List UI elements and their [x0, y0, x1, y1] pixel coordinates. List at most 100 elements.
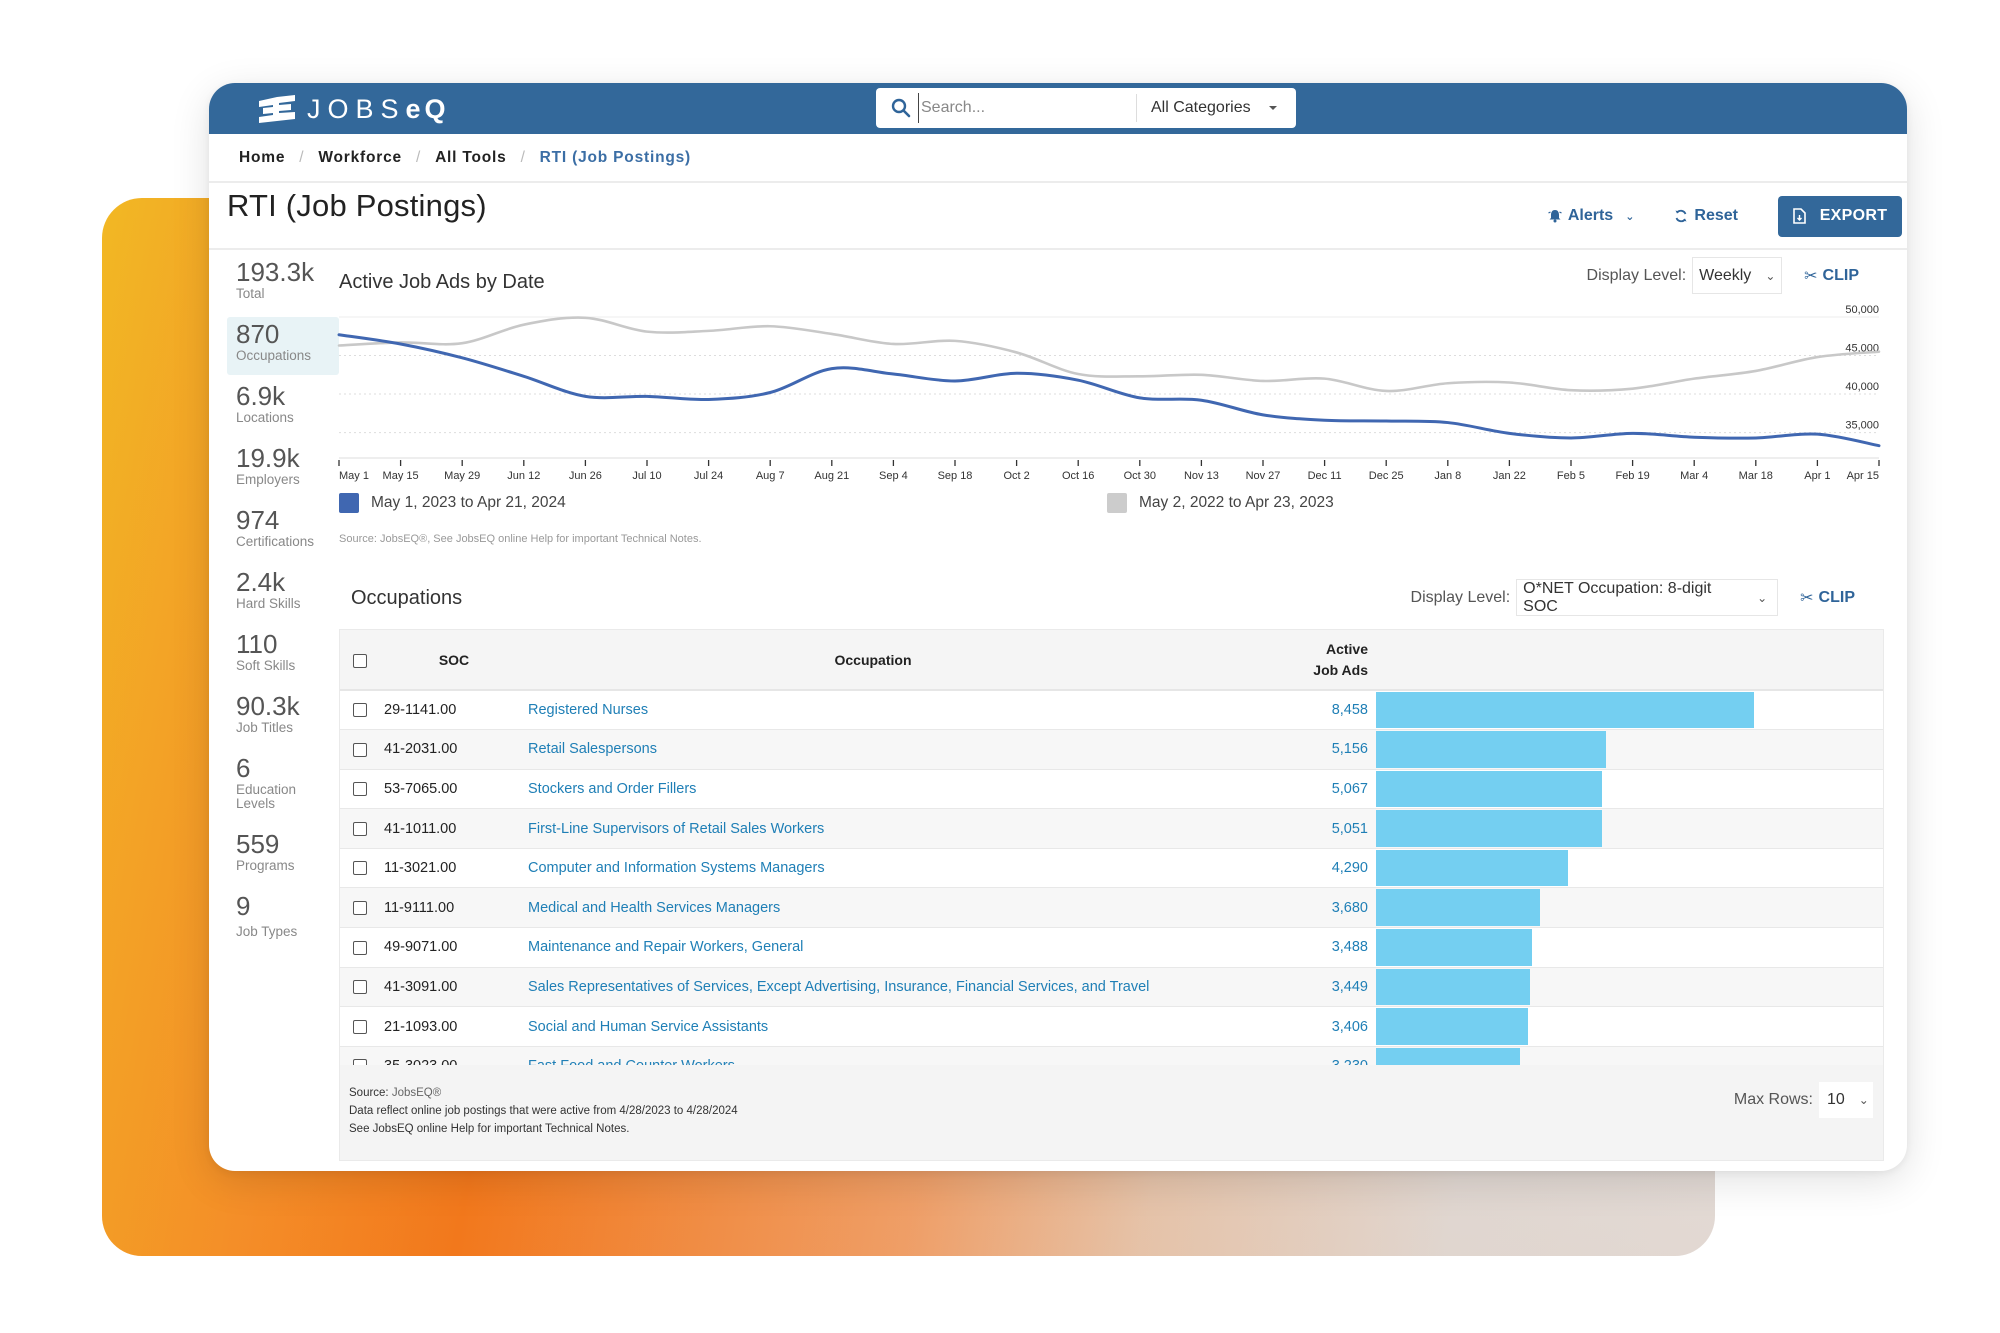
occupations-clip-button[interactable]: ✂ CLIP: [1800, 588, 1855, 608]
row-select-cell: [340, 967, 380, 1008]
stat-label: Hard Skills: [236, 595, 301, 611]
occupation-cell: Medical and Health Services Managers: [528, 887, 1218, 929]
stat-occupations[interactable]: 870 Occupations: [227, 317, 339, 375]
legend-item-prior[interactable]: May 2, 2022 to Apr 23, 2023: [1107, 493, 1334, 513]
chart-display-level-select[interactable]: Weekly ⌄: [1692, 257, 1783, 294]
jobseq-logo-mark-icon: [259, 95, 295, 123]
row-checkbox[interactable]: [353, 703, 367, 718]
divider: [209, 181, 1907, 183]
row-checkbox[interactable]: [353, 861, 367, 876]
active-job-ads-cell: 5,067: [1218, 769, 1376, 810]
occupation-link[interactable]: Computer and Information Systems Manager…: [528, 860, 825, 876]
max-rows-select[interactable]: 10 ⌄: [1819, 1082, 1873, 1118]
breadcrumb-workforce[interactable]: Workforce: [318, 149, 402, 167]
active-job-ads-link[interactable]: 3,680: [1332, 900, 1368, 916]
active-job-ads-link[interactable]: 3,406: [1332, 1019, 1368, 1035]
bar-cell: [1376, 808, 1883, 849]
global-search: All Categories: [876, 88, 1296, 128]
stat-locations[interactable]: 6.9k Locations: [227, 382, 339, 425]
active-job-ads-link[interactable]: 5,067: [1332, 781, 1368, 797]
active-job-ads-cell: 3,449: [1218, 967, 1376, 1008]
category-select[interactable]: All Categories: [1151, 99, 1277, 117]
occupation-link[interactable]: Retail Salespersons: [528, 741, 657, 757]
row-checkbox[interactable]: [353, 742, 367, 757]
stat-label: Job Types: [236, 923, 298, 939]
bar-cell: [1376, 769, 1883, 810]
row-checkbox[interactable]: [353, 821, 367, 836]
stat-label: Soft Skills: [236, 657, 296, 673]
reset-label: Reset: [1694, 207, 1738, 224]
occupations-title: Occupations: [351, 587, 463, 609]
header-line: Active: [1325, 641, 1368, 658]
column-header-soc[interactable]: SOC: [380, 630, 528, 691]
occupation-cell: Stockers and Order Fillers: [528, 769, 1218, 810]
occupation-link[interactable]: Medical and Health Services Managers: [528, 900, 780, 916]
reset-button[interactable]: Reset: [1674, 207, 1738, 225]
stat-education-levels[interactable]: 6 Education Levels: [227, 754, 307, 811]
active-job-ads-link[interactable]: 4,290: [1332, 860, 1368, 876]
alerts-dropdown[interactable]: Alerts ⌄: [1548, 207, 1634, 225]
active-job-ads-link[interactable]: 5,156: [1332, 741, 1368, 757]
occupation-link[interactable]: Social and Human Service Assistants: [528, 1019, 768, 1035]
active-job-ads-link[interactable]: 3,449: [1332, 979, 1368, 995]
bell-icon: [1548, 210, 1562, 223]
active-job-ads-cell: 4,290: [1218, 848, 1376, 889]
occupation-cell: Registered Nurses: [528, 690, 1218, 731]
stat-total[interactable]: 193.3k Total: [227, 258, 339, 301]
breadcrumb-separator: /: [520, 148, 526, 166]
breadcrumb-home[interactable]: Home: [239, 149, 285, 167]
job-ads-bar: [1376, 889, 1541, 927]
series-line-current: [337, 333, 1881, 448]
stat-value: 9: [236, 891, 251, 921]
legend-item-current[interactable]: May 1, 2023 to Apr 21, 2024: [339, 493, 566, 513]
divider: [209, 248, 1907, 250]
active-job-ads-link[interactable]: 8,458: [1332, 702, 1368, 718]
row-checkbox[interactable]: [353, 782, 367, 797]
table-row: 41-3091.00 Sales Representatives of Servi…: [340, 967, 1883, 1008]
chart-clip-button[interactable]: ✂ CLIP: [1804, 266, 1859, 286]
row-select-cell: [340, 848, 380, 889]
occupation-link[interactable]: Sales Representatives of Services, Excep…: [528, 979, 1149, 995]
bar-cell: [1376, 967, 1883, 1008]
row-checkbox[interactable]: [353, 900, 367, 915]
occupations-display-level: Display Level: O*NET Occupation: 8-digit…: [1411, 579, 1855, 616]
row-checkbox[interactable]: [353, 1019, 367, 1034]
bar-cell: [1376, 1006, 1883, 1047]
column-header-occupation[interactable]: Occupation: [528, 630, 1218, 691]
row-checkbox[interactable]: [353, 980, 367, 995]
breadcrumb-all-tools[interactable]: All Tools: [435, 149, 507, 167]
stat-hard-skills[interactable]: 2.4k Hard Skills: [227, 568, 339, 611]
active-job-ads-link[interactable]: 5,051: [1332, 821, 1368, 837]
stat-certifications[interactable]: 974 Certifications: [227, 506, 339, 549]
stat-employers[interactable]: 19.9k Employers: [227, 444, 339, 487]
occupation-link[interactable]: Registered Nurses: [528, 702, 648, 718]
stat-programs[interactable]: 559 Programs: [227, 830, 339, 873]
jobseq-logo[interactable]: JOBSeQ: [257, 91, 450, 127]
active-job-ads-link[interactable]: 3,488: [1332, 939, 1368, 955]
search-input[interactable]: [918, 93, 1128, 123]
display-level-label: Display Level:: [1586, 266, 1687, 284]
chevron-down-icon: ⌄: [1858, 1093, 1869, 1107]
bar-cell: [1376, 848, 1883, 889]
x-tick-label: Apr 15: [1847, 470, 1879, 482]
export-button[interactable]: EXPORT: [1778, 195, 1902, 237]
table-footer: Source: JobsEQ® Data reflect online job …: [340, 1065, 1883, 1160]
occupation-link[interactable]: Maintenance and Repair Workers, General: [528, 939, 803, 955]
data-range-note: Data reflect online job postings that we…: [349, 1105, 738, 1117]
technical-notes: See JobsEQ online Help for important Tec…: [349, 1123, 630, 1135]
job-ads-bar: [1376, 929, 1532, 966]
occupations-display-level-select[interactable]: O*NET Occupation: 8-digit SOC ⌄: [1516, 579, 1779, 616]
table-header-row: SOC Occupation Active Job Ads: [340, 630, 1883, 691]
soc-code: 29-1141.00: [380, 690, 528, 731]
column-header-active-job-ads[interactable]: Active Job Ads: [1218, 630, 1376, 691]
occupation-link[interactable]: First-Line Supervisors of Retail Sales W…: [528, 821, 824, 837]
stat-job-types[interactable]: 9 Job Types: [227, 892, 339, 939]
soc-code: 41-1011.00: [380, 808, 528, 849]
x-tick-label: Mar 18: [1739, 470, 1773, 482]
select-all-checkbox[interactable]: [353, 653, 367, 668]
row-checkbox[interactable]: [353, 940, 367, 955]
stat-soft-skills[interactable]: 110 Soft Skills: [227, 630, 339, 673]
occupation-link[interactable]: Stockers and Order Fillers: [528, 781, 696, 797]
search-icon[interactable]: [884, 88, 918, 128]
stat-job-titles[interactable]: 90.3k Job Titles: [227, 692, 339, 735]
